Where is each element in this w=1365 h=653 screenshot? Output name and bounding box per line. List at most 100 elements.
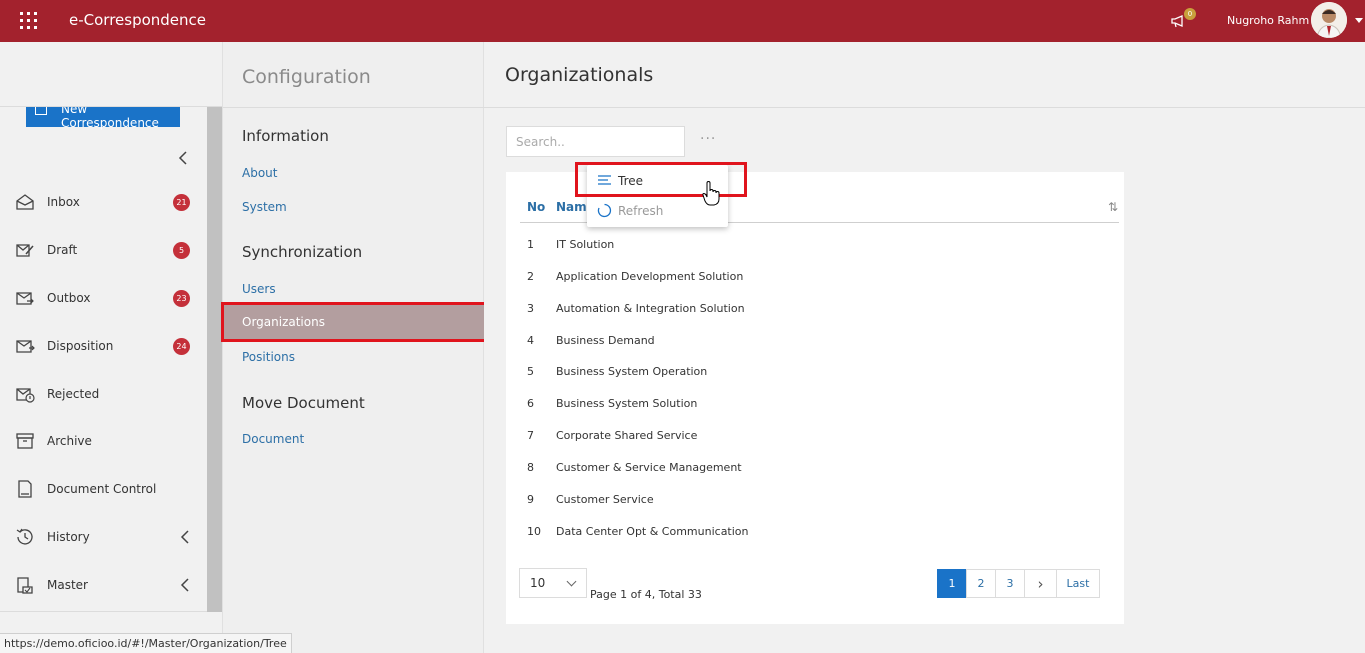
disposition-icon xyxy=(16,340,35,353)
chevron-left-icon xyxy=(180,530,189,544)
sidebar: New Correspondence Inbox 21 Draft 5 Outb… xyxy=(0,42,223,653)
next-page-button[interactable]: › xyxy=(1024,569,1057,598)
config-link-document[interactable]: Document xyxy=(242,432,304,446)
table-row[interactable]: 9 Customer Service xyxy=(506,485,1124,515)
config-link-about[interactable]: About xyxy=(242,166,277,180)
chevron-left-icon xyxy=(180,578,189,592)
tree-highlight-box xyxy=(575,162,747,197)
sidebar-item-label: Master xyxy=(47,578,88,592)
configuration-title: Configuration xyxy=(242,66,371,88)
row-number: 5 xyxy=(527,365,534,378)
sidebar-header xyxy=(0,42,222,107)
sidebar-item-outbox[interactable]: Outbox 23 xyxy=(0,283,207,313)
archive-icon xyxy=(16,433,34,449)
page-size-value: 10 xyxy=(530,576,546,590)
notification-badge: 0 xyxy=(1184,8,1196,20)
app-grid-icon[interactable] xyxy=(20,12,37,29)
sidebar-scrollbar[interactable] xyxy=(207,107,222,612)
rejected-icon xyxy=(16,388,35,403)
page-2-button[interactable]: 2 xyxy=(966,569,996,598)
section-information: Information xyxy=(242,127,329,145)
user-photo-icon xyxy=(1311,2,1347,38)
table-row[interactable]: 4 Business Demand xyxy=(506,326,1124,356)
sidebar-item-archive[interactable]: Archive xyxy=(0,426,207,456)
sort-icon[interactable]: ⇅ xyxy=(1108,200,1118,214)
row-number: 7 xyxy=(527,429,534,442)
sidebar-item-label: History xyxy=(47,530,90,544)
config-link-organizations[interactable]: Organizations xyxy=(221,302,487,342)
row-name: Business System Operation xyxy=(556,365,708,378)
config-link-organizations-label: Organizations xyxy=(242,315,325,329)
table-row[interactable]: 5 Business System Operation xyxy=(506,357,1124,387)
row-number: 4 xyxy=(527,334,534,347)
top-bar: e-Correspondence 0 Nugroho Rahm xyxy=(0,0,1365,42)
sidebar-item-label: Document Control xyxy=(47,482,157,496)
chevron-down-icon xyxy=(566,576,577,587)
config-link-positions[interactable]: Positions xyxy=(242,350,295,364)
sidebar-item-document-control[interactable]: Document Control xyxy=(0,474,207,504)
table-row[interactable]: 2 Application Development Solution xyxy=(506,262,1124,292)
row-name: Business Demand xyxy=(556,334,655,347)
section-move-document: Move Document xyxy=(242,394,365,412)
history-icon xyxy=(16,528,33,545)
table-row[interactable]: 8 Customer & Service Management xyxy=(506,453,1124,483)
sidebar-item-master[interactable]: Master xyxy=(0,570,207,600)
config-link-users[interactable]: Users xyxy=(242,282,276,296)
document-control-icon xyxy=(18,480,32,498)
sidebar-item-label: Inbox xyxy=(47,195,80,209)
table-row[interactable]: 7 Corporate Shared Service xyxy=(506,421,1124,451)
more-options-button[interactable]: ··· xyxy=(700,131,716,147)
last-page-button[interactable]: Last xyxy=(1056,569,1100,598)
sidebar-item-rejected[interactable]: Rejected xyxy=(0,379,207,409)
sidebar-item-draft[interactable]: Draft 5 xyxy=(0,235,207,265)
sidebar-item-disposition[interactable]: Disposition 24 xyxy=(0,331,207,361)
table-row[interactable]: 1 IT Solution xyxy=(506,230,1124,260)
main-content: Organizationals ··· No Name ⇅ 1IT Soluti… xyxy=(484,42,1365,653)
row-name: Customer Service xyxy=(556,493,654,506)
master-icon xyxy=(17,577,33,594)
row-name: Customer & Service Management xyxy=(556,461,742,474)
table-row[interactable]: 10 Data Center Opt & Communication xyxy=(506,517,1124,547)
user-name[interactable]: Nugroho Rahm xyxy=(1227,14,1309,27)
user-menu-caret-icon[interactable] xyxy=(1355,18,1363,23)
app-title[interactable]: e-Correspondence xyxy=(69,11,206,29)
organization-table: No Name ⇅ 1 IT Solution 2 Application Deve… xyxy=(506,172,1124,624)
configuration-panel: Configuration Information About System S… xyxy=(221,42,487,653)
config-link-system[interactable]: System xyxy=(242,200,287,214)
collapse-sidebar-chevron-icon[interactable] xyxy=(176,150,190,166)
row-name: Data Center Opt & Communication xyxy=(556,525,749,538)
search-input[interactable] xyxy=(506,126,685,157)
row-name: Business System Solution xyxy=(556,397,698,410)
page-1-button[interactable]: 1 xyxy=(937,569,967,598)
inbox-icon xyxy=(16,194,34,210)
column-header-no[interactable]: No xyxy=(527,200,545,214)
sidebar-item-label: Disposition xyxy=(47,339,114,353)
table-row[interactable]: 6 Business System Solution xyxy=(506,389,1124,419)
disposition-count-badge: 24 xyxy=(173,338,190,355)
notification-button[interactable]: 0 xyxy=(1170,8,1198,32)
hand-cursor-icon xyxy=(702,181,720,206)
page-info: Page 1 of 4, Total 33 xyxy=(590,588,702,601)
sidebar-item-label: Archive xyxy=(47,434,92,448)
sidebar-item-label: Draft xyxy=(47,243,78,257)
section-synchronization: Synchronization xyxy=(242,243,363,261)
row-number: 2 xyxy=(527,270,534,283)
table-row[interactable]: 3 Automation & Integration Solution xyxy=(506,294,1124,324)
row-name: Automation & Integration Solution xyxy=(556,302,745,315)
menu-item-label: Refresh xyxy=(618,204,664,218)
main-header: Organizationals xyxy=(484,42,1365,108)
row-name: Application Development Solution xyxy=(556,270,744,283)
sidebar-item-label: Outbox xyxy=(47,291,91,305)
sidebar-item-inbox[interactable]: Inbox 21 xyxy=(0,187,207,217)
page-size-select[interactable]: 10 xyxy=(519,568,587,598)
row-number: 9 xyxy=(527,493,534,506)
configuration-header: Configuration xyxy=(223,42,484,108)
draft-count-badge: 5 xyxy=(173,242,190,259)
avatar[interactable] xyxy=(1311,2,1347,38)
sidebar-item-history[interactable]: History xyxy=(0,522,207,552)
refresh-icon xyxy=(597,203,612,218)
row-number: 3 xyxy=(527,302,534,315)
status-bar-url: https://demo.oficioo.id/#!/Master/Organi… xyxy=(0,633,292,653)
row-number: 6 xyxy=(527,397,534,410)
page-3-button[interactable]: 3 xyxy=(995,569,1025,598)
